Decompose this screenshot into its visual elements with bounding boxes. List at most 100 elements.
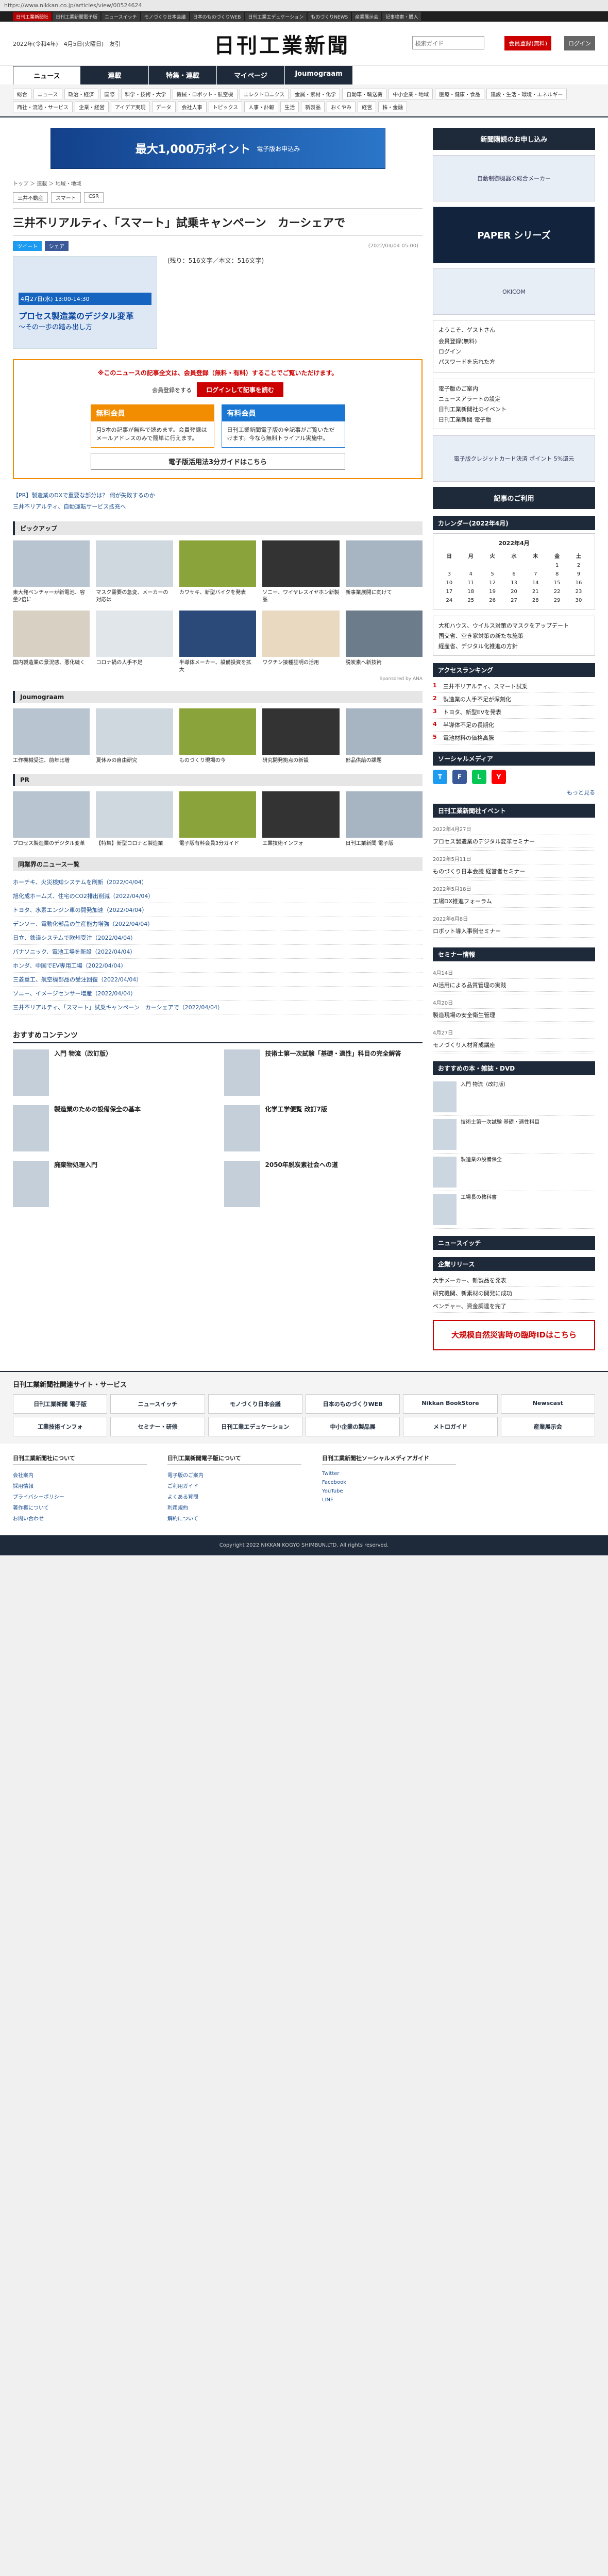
category-tag[interactable]: 三井不動産 — [13, 192, 48, 203]
news-list-item[interactable]: ソニー、イメージセンサー増産（2022/04/04） — [13, 987, 423, 1001]
calendar-day[interactable]: 16 — [568, 579, 589, 587]
calendar-day[interactable]: 19 — [482, 587, 503, 596]
event-item[interactable]: 2022年5月18日 工場DX推進フォーラム — [433, 880, 595, 910]
subnav-item[interactable]: 医療・健康・食品 — [435, 89, 485, 99]
recommended-item[interactable]: 2050年脱炭素社会への道 — [224, 1161, 423, 1207]
calendar-day[interactable]: 21 — [525, 587, 546, 596]
welcome-link[interactable]: ログイン — [438, 346, 589, 357]
content-card[interactable]: コロナ禍の人手不足 — [96, 611, 173, 673]
subnav-item[interactable]: 新製品 — [301, 101, 325, 112]
pr-release-item[interactable]: 研究機関、新素材の開発に成功 — [433, 1287, 595, 1300]
book-item[interactable]: 技術士第一次試験 基礎・適性科目 — [433, 1116, 595, 1154]
footer-site-link[interactable]: ニュースイッチ — [110, 1394, 205, 1414]
breadcrumb[interactable]: トップ ＞ 連載 ＞ 地域・地域 — [13, 179, 423, 187]
footer-site-link[interactable]: 日刊工業新聞 電子版 — [13, 1394, 108, 1414]
content-card[interactable]: ワクチン接種証明の活用 — [262, 611, 340, 673]
article-image[interactable]: 4月27日(水) 13:00-14:30 プロセス製造業のデジタル変革 ～その一… — [13, 256, 157, 349]
content-card[interactable]: 東大発ベンチャーが新電池、容量2倍に — [13, 540, 90, 603]
footer-link[interactable]: 採用情報 — [13, 1480, 147, 1491]
tab-3[interactable]: マイページ — [217, 66, 285, 84]
subnav-item[interactable]: トピックス — [208, 101, 243, 112]
subnav-item[interactable]: 機械・ロボット・航空機 — [172, 89, 238, 99]
recommended-item[interactable]: 入門 物流（改訂版） — [13, 1049, 212, 1096]
search-input[interactable]: 検索ガイド — [412, 36, 484, 49]
news-list-item[interactable]: ホンダ、中国でEV専用工場（2022/04/04） — [13, 959, 423, 973]
footer-link[interactable]: Twitter — [322, 1469, 456, 1478]
related-link[interactable]: 三井不リアルティ、自動運転サービス拡充へ — [13, 501, 423, 512]
network-site-link[interactable]: ものづくりNEWS — [308, 12, 351, 21]
calendar-day[interactable]: 23 — [568, 587, 589, 596]
plan-paid[interactable]: 有料会員 日刊工業新聞電子版の全記事がご覧いただけます。今なら無料トライアル実施… — [221, 404, 345, 448]
sidebar-ad-3[interactable]: OKICOM — [433, 268, 595, 315]
content-card[interactable]: プロセス製造業のデジタル変革 — [13, 791, 90, 848]
login-button[interactable]: ログイン — [564, 36, 595, 50]
content-card[interactable]: マスク需要の急変、メーカーの対応は — [96, 540, 173, 603]
footer-site-link[interactable]: Nikkan BookStore — [403, 1394, 498, 1414]
footer-site-link[interactable]: セミナー・研修 — [110, 1416, 205, 1436]
pick-item[interactable]: 大和ハウス、ウイルス対策のマスクをアップデート — [438, 620, 589, 631]
news-list-item[interactable]: トヨタ、水素エンジン車の開発加速（2022/04/04） — [13, 903, 423, 917]
calendar-day[interactable]: 13 — [503, 579, 525, 587]
content-card[interactable]: 【特集】新型コロナと製造業 — [96, 791, 173, 848]
footer-site-link[interactable]: 工業技術インフォ — [13, 1416, 108, 1436]
service-link[interactable]: ニュースアラートの設定 — [438, 394, 589, 404]
calendar-day[interactable]: 6 — [503, 570, 525, 579]
line-icon[interactable]: L — [472, 770, 486, 784]
content-card[interactable]: 部品供給の課題 — [345, 708, 423, 765]
news-list-item[interactable]: 日立、鉄道システムで欧州受注（2022/04/04） — [13, 931, 423, 945]
sidebar-ad-4[interactable]: 電子版クレジットカード決済 ポイント 5%還元 — [433, 435, 595, 482]
pr-release-item[interactable]: ベンチャー、資金調達を完了 — [433, 1300, 595, 1313]
subnav-item[interactable]: 金属・素材・化学 — [291, 89, 341, 99]
content-card[interactable]: 脱炭素へ新技術 — [345, 611, 423, 673]
footer-site-link[interactable]: 産業展示会 — [500, 1416, 595, 1436]
footer-site-link[interactable]: 日刊工業エデュケーション — [208, 1416, 302, 1436]
calendar-day[interactable]: 28 — [525, 596, 546, 605]
sidebar-ad-1[interactable]: 自動制御機器の総合メーカー — [433, 155, 595, 201]
footer-site-link[interactable]: メトロガイド — [403, 1416, 498, 1436]
event-item[interactable]: 2022年6月8日 ロボット導入事例セミナー — [433, 910, 595, 940]
welcome-link[interactable]: 会員登録(無料) — [438, 336, 589, 346]
calendar-day[interactable]: 1 — [546, 561, 568, 570]
calendar-day[interactable]: 8 — [546, 570, 568, 579]
content-card[interactable]: 半導体メーカー、設備投資を拡大 — [179, 611, 257, 673]
content-card[interactable]: ものづくり現場の今 — [179, 708, 257, 765]
event-item[interactable]: 2022年5月11日 ものづくり日本会議 経営者セミナー — [433, 851, 595, 880]
footer-site-link[interactable]: 中小企業の製品展 — [305, 1416, 400, 1436]
footer-link[interactable]: 解約について — [167, 1513, 301, 1523]
footer-link[interactable]: 著作権について — [13, 1502, 147, 1513]
subnav-item[interactable]: 政治・経済 — [64, 89, 98, 99]
content-card[interactable]: 新事業展開に向けて — [345, 540, 423, 603]
ranking-item[interactable]: 1 三井不リアルティ、スマート試乗 — [433, 680, 595, 693]
calendar-day[interactable]: 20 — [503, 587, 525, 596]
site-logo[interactable]: 日刊工業新聞 — [214, 29, 350, 59]
network-site-link[interactable]: 日刊工業エデュケーション — [245, 12, 307, 21]
content-card[interactable]: ソニー、ワイヤレスイヤホン新製品 — [262, 540, 340, 603]
related-link[interactable]: 【PR】製造業のDXで重要な部分は？ 何が失敗するのか — [13, 489, 423, 501]
calendar-day[interactable]: 24 — [438, 596, 460, 605]
event-item[interactable]: 2022年4月27日 プロセス製造業のデジタル変革セミナー — [433, 821, 595, 851]
calendar-day[interactable]: 3 — [438, 570, 460, 579]
content-card[interactable]: 日刊工業新聞 電子版 — [345, 791, 423, 848]
recommended-item[interactable]: 製造業のための設備保全の基本 — [13, 1105, 212, 1151]
content-card[interactable]: 工業技術インフォ — [262, 791, 340, 848]
facebook-icon[interactable]: F — [452, 770, 467, 784]
subnav-item[interactable]: 建設・生活・環境・エネルギー — [486, 89, 567, 99]
content-card[interactable]: 夏休みの自由研究 — [96, 708, 173, 765]
footer-site-link[interactable]: モノづくり日本会議 — [208, 1394, 302, 1414]
calendar-day[interactable]: 9 — [568, 570, 589, 579]
subnav-item[interactable]: ニュース — [33, 89, 62, 99]
news-list-item[interactable]: デンソー、電動化部品の生産能力増強（2022/04/04） — [13, 917, 423, 931]
disaster-id-notice[interactable]: 大規模自然災害時の臨時IDはこちら — [433, 1320, 595, 1350]
pick-item[interactable]: 経産省、デジタル化推進の方針 — [438, 641, 589, 651]
pr-release-item[interactable]: 大手メーカー、新製品を発表 — [433, 1274, 595, 1287]
category-tag[interactable]: CSR — [83, 192, 104, 203]
tab-2[interactable]: 特集・連載 — [149, 66, 217, 84]
network-site-link[interactable]: 産業展示会 — [352, 12, 382, 21]
subnav-item[interactable]: 国際 — [100, 89, 119, 99]
news-list-item[interactable]: 三井不リアルティ、「スマート」試乗キャンペーン カーシェアで（2022/04/0… — [13, 1001, 423, 1014]
footer-site-link[interactable]: 日本のものづくりWEB — [305, 1394, 400, 1414]
event-item[interactable]: 4月27日 モノづくり人材育成講座 — [433, 1024, 595, 1054]
content-card[interactable]: カワサキ、新型バイクを発表 — [179, 540, 257, 603]
footer-link[interactable]: よくある質問 — [167, 1491, 301, 1502]
calendar-day[interactable]: 25 — [460, 596, 482, 605]
